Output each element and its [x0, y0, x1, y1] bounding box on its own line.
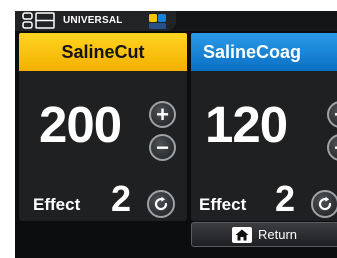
channel-1-minus-button[interactable]: −: [149, 134, 176, 161]
mode-tab: UNIVERSAL: [15, 11, 176, 31]
generator-screen: UNIVERSAL SalineCut 200 + − Effect 2 Sal: [15, 11, 337, 258]
footswitch-icon: [148, 12, 168, 35]
cycle-icon: [318, 196, 332, 211]
channel-1-effect-value: 2: [111, 178, 132, 219]
channel-2-effect-cycle-button[interactable]: [311, 190, 337, 218]
channel-2-mode-button[interactable]: SalineCoag: [191, 33, 337, 71]
mode-label: UNIVERSAL: [63, 15, 123, 26]
channel-2-minus-button[interactable]: −: [327, 134, 337, 161]
channel-2-power-value: 120: [205, 96, 288, 153]
channel-1-panel: SalineCut 200 + − Effect 2: [19, 33, 187, 221]
channel-1-effect-cycle-button[interactable]: [147, 190, 175, 218]
channel-1-mode-button[interactable]: SalineCut: [19, 33, 187, 71]
channel-2-effect-value: 2: [275, 178, 296, 219]
channel-layout-icon: [22, 12, 58, 35]
home-icon: [232, 226, 252, 243]
channel-1-power-value: 200: [39, 96, 122, 153]
channel-2-plus-button[interactable]: +: [327, 101, 337, 128]
cycle-icon: [154, 196, 168, 211]
status-bar: UNIVERSAL: [15, 11, 337, 31]
channel-2-panel: SalineCoag 120 + − Effect 2: [191, 33, 337, 221]
channel-1-plus-button[interactable]: +: [149, 101, 176, 128]
channel-1-effect-label: Effect: [33, 195, 81, 214]
channel-2-effect-label: Effect: [199, 195, 247, 214]
return-button[interactable]: Return: [191, 222, 337, 247]
return-label: Return: [258, 227, 298, 242]
